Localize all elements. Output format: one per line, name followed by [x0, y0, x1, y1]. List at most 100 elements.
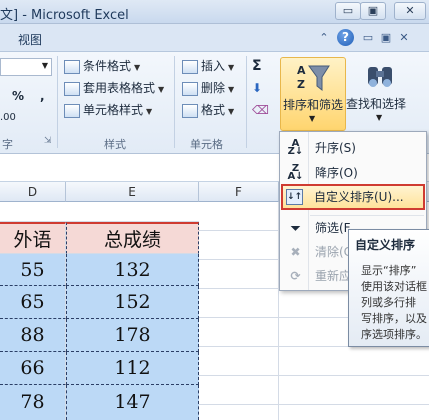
chevron-down-icon: ▼ [376, 113, 383, 122]
menu-item-custom-sort[interactable]: ↓↑ 自定义排序(U)... [281, 184, 425, 210]
cell-styles-button[interactable]: 单元格样式 ▼ [64, 100, 152, 120]
close-button[interactable]: ✕ [394, 2, 426, 20]
window-title: 文] - Microsoft Excel [0, 8, 129, 23]
collapse-ribbon-icon[interactable]: ⌃ [316, 30, 332, 46]
insert-icon [182, 59, 198, 74]
column-header-f[interactable]: F [199, 182, 279, 202]
find-select-button[interactable]: 查找和选择 ▼ [346, 57, 414, 131]
doc-close-icon[interactable]: ✕ [396, 30, 412, 46]
chevron-down-icon: ▼ [309, 114, 316, 123]
autosum-button[interactable]: Σ [252, 56, 262, 76]
ribbon-tab-row: 视图 ⌃ ? ▭ ▣ ✕ [0, 24, 429, 52]
sort-filter-icon: A Z [297, 64, 330, 92]
insert-label: 插入 [201, 59, 226, 73]
chevron-down-icon: ▼ [41, 61, 48, 70]
menu-item-label: 筛选(F [315, 221, 351, 235]
tooltip-line: 写排序，以及 [361, 312, 427, 325]
table-row[interactable]: 88 [0, 319, 66, 352]
conditional-format-label: 条件格式 [83, 59, 132, 73]
format-label: 格式 [201, 103, 226, 117]
table-row[interactable]: 132 [66, 254, 199, 286]
sort-descending-icon: Z A↓ [287, 163, 304, 182]
tooltip-line: 使用该对话框 [361, 280, 427, 293]
sort-filter-label: 排序和筛选 [282, 98, 343, 112]
minimize-button[interactable]: ▭ [335, 2, 361, 20]
chevron-down-icon: ▼ [134, 63, 141, 72]
menu-item-label: 降序(O) [315, 166, 358, 180]
number-group-label: 字 [2, 138, 13, 151]
percent-style-button[interactable]: % [12, 86, 24, 106]
menu-item-sort-ascending[interactable]: A Z↓ 升序(S) [282, 136, 424, 160]
tooltip-title: 自定义排序 [355, 238, 416, 252]
table-row[interactable]: 65 [0, 286, 66, 319]
group-divider [246, 56, 247, 148]
filter-icon: ⏷ [290, 221, 301, 235]
table-row[interactable]: 152 [66, 286, 199, 319]
conditional-format-button[interactable]: 条件格式 ▼ [64, 56, 140, 76]
help-icon[interactable]: ? [337, 29, 354, 46]
group-divider [57, 56, 58, 148]
doc-minimize-icon[interactable]: ▭ [360, 30, 376, 46]
data-table: 外语 总成绩 55 132 65 152 88 178 66 112 78 14… [0, 202, 199, 420]
chevron-down-icon: ▼ [228, 63, 235, 72]
cell-styles-icon [64, 103, 80, 118]
format-as-table-label: 套用表格格式 [83, 81, 156, 95]
title-bar: 文] - Microsoft Excel ▭ ▣ ✕ [0, 0, 429, 24]
custom-sort-tooltip: 自定义排序 显示“排序” 使用该对话框 列或多行排 写排序，以及 序选项排序。 [348, 229, 429, 347]
tooltip-line: 列或多行排 [361, 296, 416, 309]
table-row[interactable]: 178 [66, 319, 199, 352]
header-cell-foreign-language[interactable]: 外语 [0, 222, 66, 254]
decimal-button[interactable]: .00 [0, 108, 16, 128]
group-divider [174, 56, 175, 148]
table-row[interactable]: 78 [0, 385, 66, 420]
menu-item-label: 升序(S) [315, 141, 356, 155]
custom-sort-icon: ↓↑ [286, 189, 303, 205]
column-header-e[interactable]: E [66, 182, 199, 202]
column-header-d[interactable]: D [0, 182, 66, 202]
comma-style-button[interactable]: , [40, 86, 45, 106]
insert-button[interactable]: 插入 ▼ [182, 56, 234, 76]
tooltip-line: 序选项排序。 [361, 328, 427, 341]
find-select-label: 查找和选择 [346, 97, 407, 111]
delete-icon [182, 81, 198, 96]
cell-styles-label: 单元格样式 [83, 103, 144, 117]
doc-restore-icon[interactable]: ▣ [378, 30, 394, 46]
menu-item-label: 自定义排序(U)... [314, 190, 404, 204]
table-row[interactable]: 55 [0, 254, 66, 286]
chevron-down-icon: ▼ [228, 85, 235, 94]
number-format-combo[interactable]: ▼ [0, 58, 52, 76]
table-row[interactable]: 147 [66, 385, 199, 420]
table-row[interactable]: 66 [0, 352, 66, 385]
svg-text:A: A [297, 64, 306, 77]
clear-filter-icon: ✖ [290, 245, 301, 259]
sort-filter-button[interactable]: A Z 排序和筛选 ▼ [280, 57, 346, 131]
blank-row[interactable] [0, 202, 199, 222]
conditional-format-icon [64, 59, 80, 74]
header-cell-total-score[interactable]: 总成绩 [66, 222, 199, 254]
format-icon [182, 103, 198, 118]
restore-button[interactable]: ▣ [360, 2, 386, 20]
fill-icon[interactable]: ⬇ [252, 78, 262, 98]
menu-item-sort-descending[interactable]: Z A↓ 降序(O) [282, 161, 424, 185]
format-button[interactable]: 格式 ▼ [182, 100, 234, 120]
delete-label: 删除 [201, 81, 226, 95]
chevron-down-icon: ▼ [228, 107, 235, 116]
delete-button[interactable]: 删除 ▼ [182, 78, 234, 98]
dialog-launcher-icon[interactable]: ⇲ [44, 136, 52, 146]
format-as-table-button[interactable]: 套用表格格式 ▼ [64, 78, 164, 98]
binoculars-icon [368, 67, 392, 87]
reapply-filter-icon: ⟳ [290, 269, 301, 283]
table-icon [64, 81, 80, 96]
menu-item-label: 清除(C [315, 245, 353, 259]
styles-group-label: 样式 [104, 138, 126, 151]
chevron-down-icon: ▼ [158, 85, 165, 94]
sort-ascending-icon: A Z↓ [287, 138, 304, 157]
tooltip-line: 显示“排序” [361, 264, 417, 277]
tab-view[interactable]: 视图 [18, 31, 42, 48]
clear-eraser-icon[interactable]: ⌫ [252, 100, 269, 120]
table-row[interactable]: 112 [66, 352, 199, 385]
chevron-down-icon: ▼ [146, 107, 153, 116]
svg-text:Z: Z [297, 78, 305, 91]
cells-group-label: 单元格 [190, 138, 223, 151]
menu-item-label: 重新应 [315, 269, 352, 283]
